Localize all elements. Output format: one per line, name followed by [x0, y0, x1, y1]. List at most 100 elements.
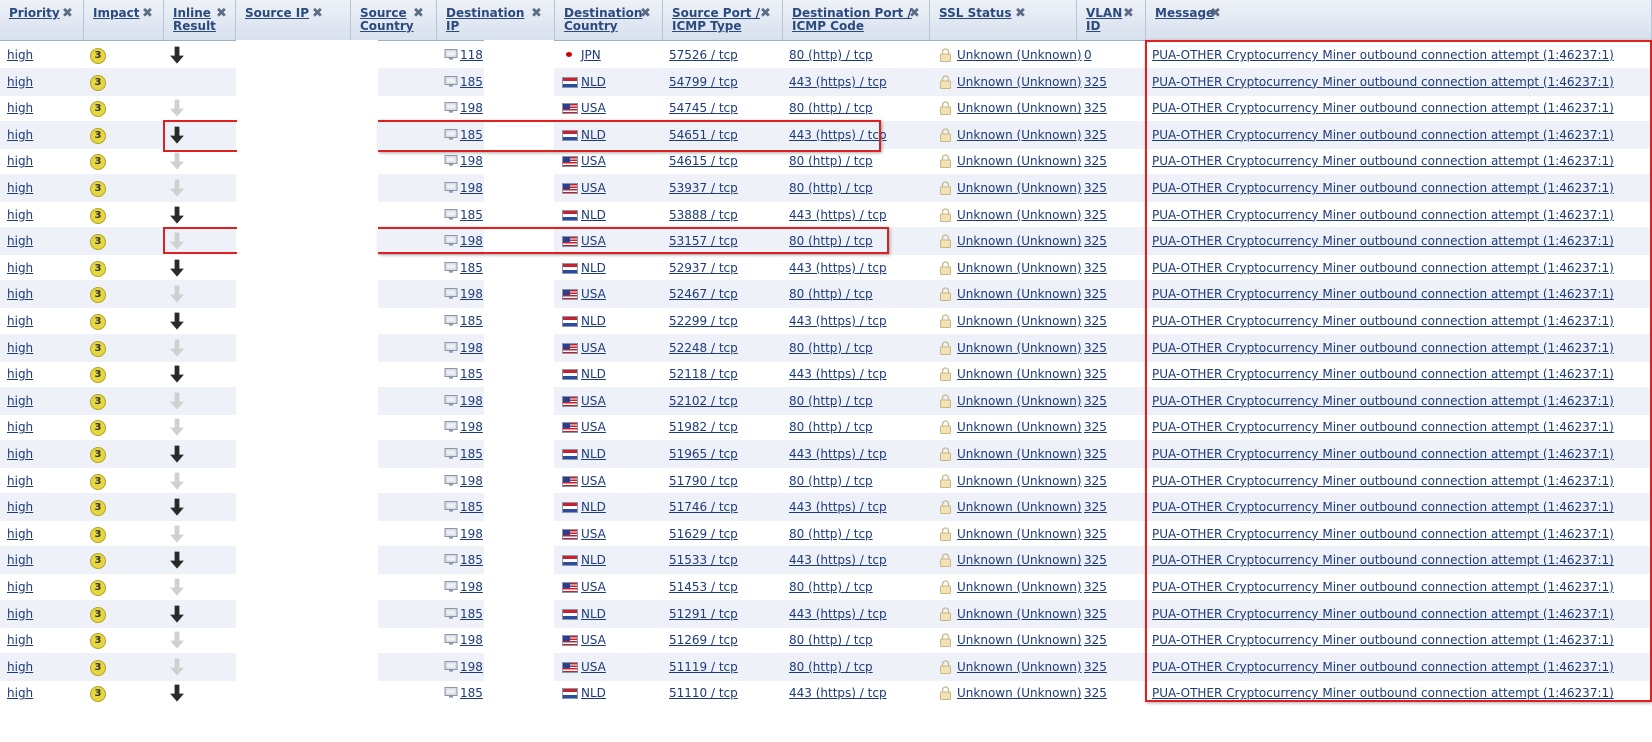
column-label-src_country[interactable]: Source Country [360, 7, 414, 33]
destination-country-link[interactable]: USA [581, 280, 606, 308]
source-port-link[interactable]: 51746 / tcp [669, 493, 738, 521]
priority-link[interactable]: high [7, 227, 33, 255]
column-header-impact[interactable]: Impact ✖ [84, 0, 164, 40]
source-port-link[interactable]: 54745 / tcp [669, 94, 738, 122]
priority-link[interactable]: high [7, 493, 33, 521]
destination-ip-link[interactable]: 185 [460, 440, 483, 468]
vlan-id-link[interactable]: 325 [1084, 440, 1107, 468]
ssl-status-link[interactable]: Unknown (Unknown) [957, 280, 1082, 308]
column-header-message[interactable]: Message ✖ [1146, 0, 1652, 40]
destination-port-link[interactable]: 80 (http) / tcp [789, 653, 873, 681]
ssl-status-link[interactable]: Unknown (Unknown) [957, 679, 1082, 707]
destination-port-link[interactable]: 80 (http) / tcp [789, 413, 873, 441]
source-port-link[interactable]: 53888 / tcp [669, 201, 738, 229]
source-port-link[interactable]: 52248 / tcp [669, 334, 738, 362]
vlan-id-link[interactable]: 325 [1084, 121, 1107, 149]
destination-ip-link[interactable]: 118 [460, 41, 483, 69]
destination-port-link[interactable]: 80 (http) / tcp [789, 334, 873, 362]
ssl-status-link[interactable]: Unknown (Unknown) [957, 360, 1082, 388]
destination-country-link[interactable]: NLD [581, 68, 606, 96]
destination-ip-link[interactable]: 185 [460, 360, 483, 388]
destination-port-link[interactable]: 443 (https) / tcp [789, 201, 887, 229]
destination-country-link[interactable]: NLD [581, 493, 606, 521]
destination-country-link[interactable]: NLD [581, 679, 606, 707]
ssl-status-link[interactable]: Unknown (Unknown) [957, 227, 1082, 255]
destination-ip-link[interactable]: 185 [460, 493, 483, 521]
destination-country-link[interactable]: USA [581, 334, 606, 362]
source-port-link[interactable]: 51269 / tcp [669, 626, 738, 654]
destination-port-link[interactable]: 80 (http) / tcp [789, 41, 873, 69]
ssl-status-link[interactable]: Unknown (Unknown) [957, 334, 1082, 362]
ssl-status-link[interactable]: Unknown (Unknown) [957, 467, 1082, 495]
source-port-link[interactable]: 51110 / tcp [669, 679, 738, 707]
destination-port-link[interactable]: 443 (https) / tcp [789, 493, 887, 521]
destination-ip-link[interactable]: 198 [460, 413, 483, 441]
remove-column-icon[interactable]: ✖ [909, 7, 920, 20]
destination-country-link[interactable]: USA [581, 94, 606, 122]
destination-country-link[interactable]: NLD [581, 440, 606, 468]
column-header-src_port[interactable]: Source Port / ICMP Type ✖ [663, 0, 783, 40]
column-header-vlan[interactable]: VLAN ID ✖ [1077, 0, 1146, 40]
destination-port-link[interactable]: 80 (http) / tcp [789, 626, 873, 654]
remove-column-icon[interactable]: ✖ [1015, 7, 1026, 20]
vlan-id-link[interactable]: 325 [1084, 201, 1107, 229]
vlan-id-link[interactable]: 325 [1084, 280, 1107, 308]
ssl-status-link[interactable]: Unknown (Unknown) [957, 493, 1082, 521]
destination-ip-link[interactable]: 185 [460, 679, 483, 707]
source-port-link[interactable]: 52102 / tcp [669, 387, 738, 415]
priority-link[interactable]: high [7, 546, 33, 574]
column-label-vlan[interactable]: VLAN ID [1086, 7, 1122, 33]
source-port-link[interactable]: 52467 / tcp [669, 280, 738, 308]
source-port-link[interactable]: 51453 / tcp [669, 573, 738, 601]
vlan-id-link[interactable]: 325 [1084, 520, 1107, 548]
destination-port-link[interactable]: 80 (http) / tcp [789, 174, 873, 202]
priority-link[interactable]: high [7, 201, 33, 229]
priority-link[interactable]: high [7, 121, 33, 149]
priority-link[interactable]: high [7, 307, 33, 335]
destination-ip-link[interactable]: 185 [460, 307, 483, 335]
destination-ip-link[interactable]: 185 [460, 600, 483, 628]
source-port-link[interactable]: 51629 / tcp [669, 520, 738, 548]
destination-ip-link[interactable]: 198 [460, 626, 483, 654]
ssl-status-link[interactable]: Unknown (Unknown) [957, 653, 1082, 681]
column-label-dst_ip[interactable]: Destination IP [446, 7, 524, 33]
priority-link[interactable]: high [7, 94, 33, 122]
priority-link[interactable]: high [7, 520, 33, 548]
vlan-id-link[interactable]: 325 [1084, 600, 1107, 628]
destination-country-link[interactable]: USA [581, 653, 606, 681]
column-label-inline[interactable]: Inline Result [173, 7, 216, 33]
ssl-status-link[interactable]: Unknown (Unknown) [957, 413, 1082, 441]
source-port-link[interactable]: 51119 / tcp [669, 653, 738, 681]
destination-ip-link[interactable]: 185 [460, 546, 483, 574]
vlan-id-link[interactable]: 325 [1084, 467, 1107, 495]
destination-country-link[interactable]: NLD [581, 600, 606, 628]
column-label-priority[interactable]: Priority [9, 7, 60, 20]
priority-link[interactable]: high [7, 254, 33, 282]
destination-port-link[interactable]: 443 (https) / tcp [789, 307, 887, 335]
ssl-status-link[interactable]: Unknown (Unknown) [957, 600, 1082, 628]
destination-ip-link[interactable]: 198 [460, 520, 483, 548]
column-header-src_country[interactable]: Source Country ✖ [351, 0, 437, 40]
destination-port-link[interactable]: 443 (https) / tcp [789, 68, 887, 96]
vlan-id-link[interactable]: 325 [1084, 334, 1107, 362]
vlan-id-link[interactable]: 325 [1084, 626, 1107, 654]
column-header-inline[interactable]: Inline Result ✖ [164, 0, 236, 40]
destination-port-link[interactable]: 443 (https) / tcp [789, 679, 887, 707]
source-port-link[interactable]: 51533 / tcp [669, 546, 738, 574]
vlan-id-link[interactable]: 325 [1084, 493, 1107, 521]
vlan-id-link[interactable]: 325 [1084, 387, 1107, 415]
vlan-id-link[interactable]: 325 [1084, 653, 1107, 681]
column-header-dst_country[interactable]: Destination Country ✖ [555, 0, 663, 40]
column-label-src_ip[interactable]: Source IP [245, 7, 309, 20]
column-header-ssl[interactable]: SSL Status ✖ [930, 0, 1077, 40]
priority-link[interactable]: high [7, 626, 33, 654]
ssl-status-link[interactable]: Unknown (Unknown) [957, 520, 1082, 548]
vlan-id-link[interactable]: 325 [1084, 546, 1107, 574]
destination-country-link[interactable]: USA [581, 174, 606, 202]
destination-ip-link[interactable]: 198 [460, 573, 483, 601]
source-port-link[interactable]: 53937 / tcp [669, 174, 738, 202]
column-label-dst_port[interactable]: Destination Port / ICMP Code [792, 7, 912, 33]
vlan-id-link[interactable]: 325 [1084, 227, 1107, 255]
destination-port-link[interactable]: 80 (http) / tcp [789, 94, 873, 122]
destination-country-link[interactable]: NLD [581, 201, 606, 229]
